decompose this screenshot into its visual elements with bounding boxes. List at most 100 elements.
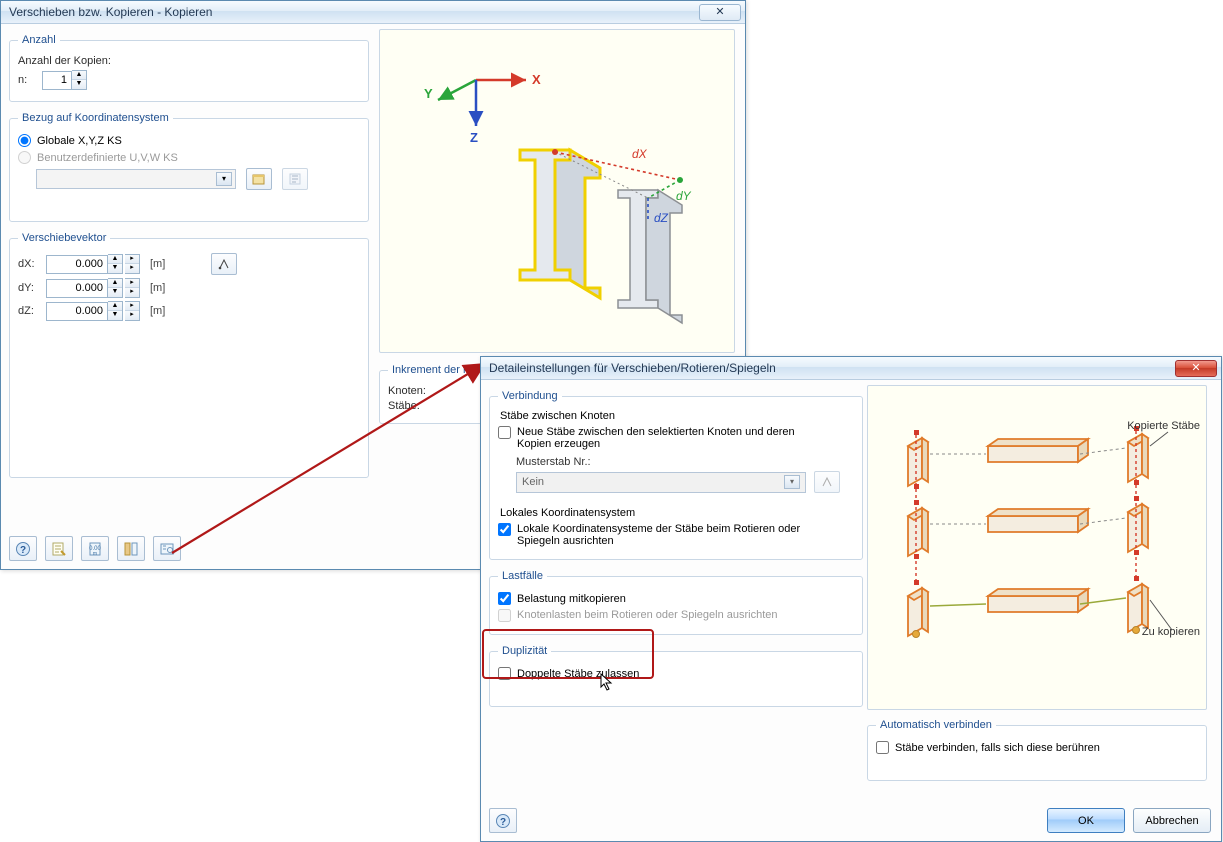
chk-new-members[interactable]: Neue Stäbe zwischen den selektierten Kno… <box>498 426 854 450</box>
dx-spinner[interactable]: ▲▼ <box>108 254 123 274</box>
edit-numbering-button[interactable] <box>45 536 73 561</box>
edit-ks-button[interactable] <box>282 168 308 190</box>
legend-ks: Bezug auf Koordinatensystem <box>18 112 173 124</box>
dz-spinner[interactable]: ▲▼ <box>108 301 123 321</box>
group-ks: Bezug auf Koordinatensystem Globale X,Y,… <box>9 112 369 222</box>
preview2-illustration: Kopierte Stäbe Zu kopieren <box>867 385 1207 710</box>
dz-unit: [m] <box>150 305 165 317</box>
dz-input[interactable] <box>46 302 108 321</box>
axis-x-label: X <box>532 72 541 87</box>
chk-copy-load-input[interactable] <box>498 592 511 605</box>
svg-text:?: ? <box>20 545 26 556</box>
chk-new-members-label: Neue Stäbe zwischen den selektierten Kno… <box>517 426 827 450</box>
musterstab-value: Kein <box>522 476 544 488</box>
dx-unit: [m] <box>150 258 165 270</box>
group-anzahl: Anzahl Anzahl der Kopien: n: ▲▼ <box>9 34 369 102</box>
chk-copy-load[interactable]: Belastung mitkopieren <box>498 592 854 605</box>
user-ks-combo[interactable]: ▾ <box>36 169 236 189</box>
chk-autoconnect-input[interactable] <box>876 741 889 754</box>
n-input[interactable] <box>42 71 72 90</box>
n-spinner[interactable]: ▲▼ <box>72 70 87 90</box>
close-icon: ✕ <box>715 7 724 18</box>
chk-node-loads-input[interactable] <box>498 609 511 622</box>
pick-vector-button[interactable] <box>211 253 237 275</box>
radio-user-ks[interactable]: Benutzerdefinierte U,V,W KS <box>18 151 360 164</box>
musterstab-select[interactable]: Kein ▾ <box>516 472 806 493</box>
dz-label: dZ: <box>18 305 40 317</box>
pick-button[interactable] <box>153 536 181 561</box>
chk-dup-input[interactable] <box>498 667 511 680</box>
close-icon: ✕ <box>1191 363 1200 374</box>
chk-new-members-input[interactable] <box>498 426 511 439</box>
chk-node-loads-label: Knotenlasten beim Rotieren oder Spiegeln… <box>517 609 778 621</box>
preview-illustration: X Y Z dX <box>379 29 735 353</box>
close-button[interactable]: ✕ <box>699 4 741 21</box>
svg-text:m: m <box>93 551 97 557</box>
chk-autoconnect[interactable]: Stäbe verbinden, falls sich diese berühr… <box>876 741 1198 754</box>
staebe-label: Stäbe: <box>388 400 420 412</box>
legend-auto: Automatisch verbinden <box>876 719 996 731</box>
legend-verbindung: Verbindung <box>498 390 562 402</box>
legend-dup: Duplizität <box>498 645 551 657</box>
svg-text:dY: dY <box>676 189 692 203</box>
dx-label: dX: <box>18 258 40 270</box>
chk-lks[interactable]: Lokale Koordinatensysteme der Stäbe beim… <box>498 523 854 547</box>
radio-user-label: Benutzerdefinierte U,V,W KS <box>37 152 178 164</box>
help-button-2[interactable]: ? <box>489 808 517 833</box>
legend-increment: Inkrement der Nu <box>388 364 481 376</box>
spin-down-icon: ▼ <box>72 80 86 89</box>
preview2-label-bottom: Zu kopieren <box>1142 626 1200 638</box>
chk-lks-label: Lokale Koordinatensysteme der Stäbe beim… <box>517 523 827 547</box>
pick-musterstab-button[interactable] <box>814 471 840 493</box>
svg-text:?: ? <box>500 817 506 828</box>
preview2-label-top: Kopierte Stäbe <box>1127 420 1200 432</box>
dialog-title: Verschieben bzw. Kopieren - Kopieren <box>9 5 699 19</box>
svg-text:dX: dX <box>632 147 648 161</box>
dz-pick-spinner[interactable]: ▸▸ <box>125 301 140 321</box>
dy-input[interactable] <box>46 279 108 298</box>
radio-global-input[interactable] <box>18 134 31 147</box>
radio-global-ks[interactable]: Globale X,Y,Z KS <box>18 134 360 147</box>
radio-global-label: Globale X,Y,Z KS <box>37 135 122 147</box>
legend-lastfaelle: Lastfälle <box>498 570 547 582</box>
help-button[interactable]: ? <box>9 536 37 561</box>
dy-pick-spinner[interactable]: ▸▸ <box>125 278 140 298</box>
dialog2-body: Verbindung Stäbe zwischen Knoten Neue St… <box>481 380 1221 841</box>
chk-dup-label: Doppelte Stäbe zulassen <box>517 668 639 680</box>
chk-lks-input[interactable] <box>498 523 511 536</box>
chk-copy-load-label: Belastung mitkopieren <box>517 593 626 605</box>
chk-dup[interactable]: Doppelte Stäbe zulassen <box>498 667 854 680</box>
svg-text:dZ: dZ <box>654 211 669 225</box>
dx-pick-spinner[interactable]: ▸▸ <box>125 254 140 274</box>
group-vektor: Verschiebevektor dX: ▲▼ ▸▸ [m] dY: <box>9 232 369 478</box>
axis-z-label: Z <box>470 130 478 145</box>
dialog2-footer-right: OK Abbrechen <box>1047 808 1211 833</box>
dx-input[interactable] <box>46 255 108 274</box>
dy-label: dY: <box>18 282 40 294</box>
close-button-2[interactable]: ✕ <box>1175 360 1217 377</box>
dy-unit: [m] <box>150 282 165 294</box>
detail-settings-dialog: Detaileinstellungen für Verschieben/Roti… <box>480 356 1222 842</box>
titlebar: Verschieben bzw. Kopieren - Kopieren ✕ <box>1 1 745 24</box>
musterstab-label: Musterstab Nr.: <box>516 456 854 468</box>
details-button[interactable] <box>117 536 145 561</box>
chk-node-loads[interactable]: Knotenlasten beim Rotieren oder Spiegeln… <box>498 609 854 622</box>
dy-spinner[interactable]: ▲▼ <box>108 278 123 298</box>
legend-vektor: Verschiebevektor <box>18 232 110 244</box>
axis-y-label: Y <box>424 86 433 101</box>
chevron-down-icon: ▾ <box>784 475 800 489</box>
group-duplizitaet: Duplizität Doppelte Stäbe zulassen <box>489 645 863 707</box>
dialog2-title: Detaileinstellungen für Verschieben/Roti… <box>489 361 1175 375</box>
radio-user-input[interactable] <box>18 151 31 164</box>
legend-anzahl: Anzahl <box>18 34 60 46</box>
copies-label: Anzahl der Kopien: <box>18 55 111 67</box>
units-button[interactable]: 0.00m <box>81 536 109 561</box>
group-autoverbinden: Automatisch verbinden Stäbe verbinden, f… <box>867 719 1207 781</box>
knoten-label: Knoten: <box>388 385 426 397</box>
new-ks-button[interactable] <box>246 168 272 190</box>
cancel-button[interactable]: Abbrechen <box>1133 808 1211 833</box>
n-label: n: <box>18 74 36 86</box>
chevron-down-icon: ▾ <box>216 172 232 186</box>
ok-button[interactable]: OK <box>1047 808 1125 833</box>
spin-up-icon: ▲ <box>72 71 86 80</box>
